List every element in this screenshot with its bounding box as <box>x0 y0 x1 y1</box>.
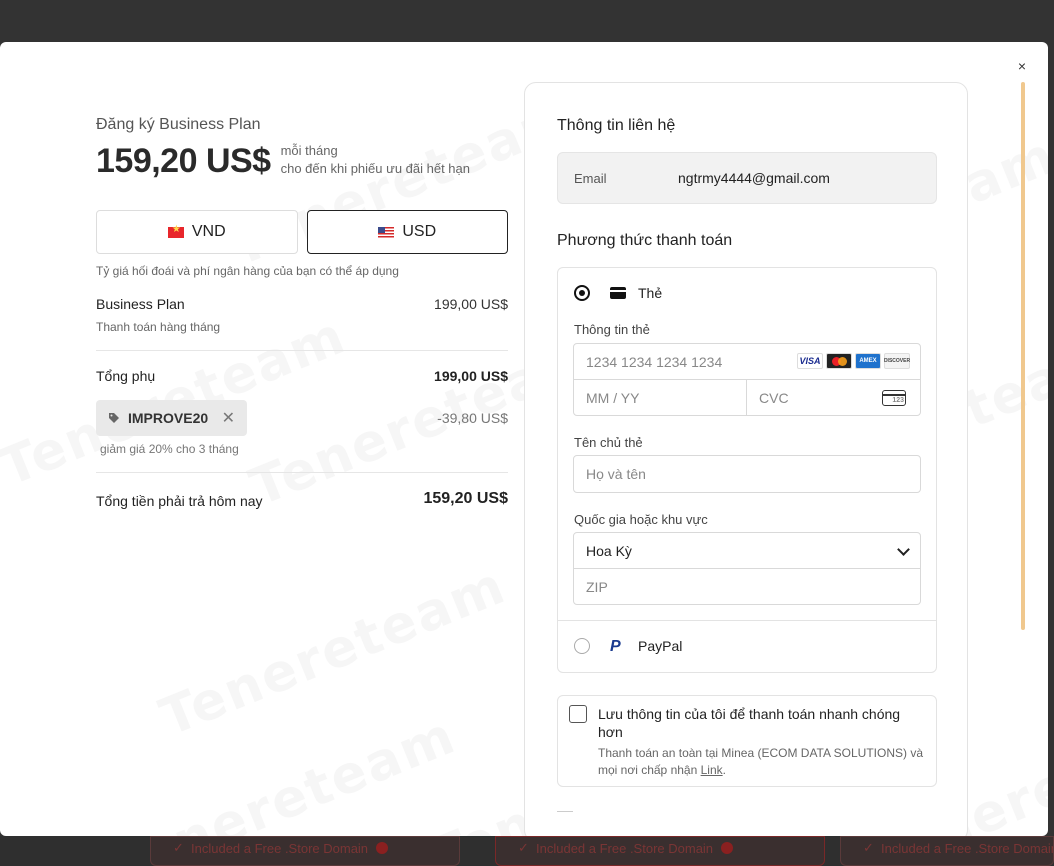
currency-button-usd[interactable]: USD <box>306 210 508 254</box>
plan-title: Đăng ký Business Plan <box>96 116 261 133</box>
promo-row: IMPROVE20 ✕ -39,80 US$ <box>96 400 508 436</box>
us-flag-icon <box>378 226 395 238</box>
total-label: Tổng tiền phải trả hôm nay <box>96 493 263 509</box>
paypal-label: PayPal <box>638 638 683 654</box>
credit-card-icon <box>610 287 626 299</box>
total-row: Tổng tiền phải trả hôm nay 159,20 US$ <box>96 490 508 509</box>
expiry-placeholder: MM / YY <box>586 389 640 406</box>
payment-methods: Thẻ Thông tin thẻ 1234 1234 1234 1234 VI… <box>557 267 937 673</box>
link-text[interactable]: Link <box>701 763 723 777</box>
info-icon <box>376 842 389 854</box>
card-option-label: Thẻ <box>638 285 663 301</box>
zip-input[interactable]: ZIP <box>573 568 921 605</box>
price-condition: cho đến khi phiếu ưu đãi hết hạn <box>280 161 470 176</box>
checkout-modal: Tenereteam Tenereteam Tenereteam Teneret… <box>0 42 1048 836</box>
save-info-box: Lưu thông tin của tôi để thanh toán nhan… <box>557 695 937 787</box>
check-icon: ✓ <box>518 840 529 855</box>
promo-code: IMPROVE20 <box>128 410 209 426</box>
save-info-suffix: . <box>722 763 726 777</box>
next-section-edge <box>557 811 573 817</box>
country-select[interactable]: Hoa Kỳ <box>573 532 921 569</box>
cvc-input[interactable]: CVC 123 <box>746 379 921 416</box>
background-plan-card: ✓ Included a Free .Store Domain <box>840 836 1054 866</box>
currency-selector: VND USD <box>96 210 508 254</box>
watermark: Tenereteam <box>102 706 464 836</box>
divider <box>558 620 936 621</box>
check-icon: ✓ <box>863 840 874 855</box>
save-info-title: Lưu thông tin của tôi để thanh toán nhan… <box>598 706 901 740</box>
price-period: mỗi tháng <box>280 143 338 158</box>
info-icon <box>721 842 734 854</box>
cardholder-placeholder: Họ và tên <box>586 466 646 482</box>
save-info-description: Thanh toán an toàn tại Minea (ECOM DATA … <box>598 745 928 779</box>
subtotal-row: Tổng phụ 199,00 US$ <box>96 368 508 384</box>
line-item-billing: Thanh toán hàng tháng <box>96 320 221 334</box>
mastercard-icon <box>826 353 852 369</box>
scrollbar-thumb[interactable] <box>1021 82 1025 630</box>
currency-label: USD <box>402 223 437 240</box>
currency-button-vnd[interactable]: VND <box>96 210 298 254</box>
divider <box>96 350 508 351</box>
currency-label: VND <box>191 223 226 240</box>
country-value: Hoa Kỳ <box>586 542 632 559</box>
card-brands: VISA AMEX DISCOVER <box>797 353 910 369</box>
check-icon: ✓ <box>173 840 184 855</box>
cardholder-input[interactable]: Họ và tên <box>573 455 921 493</box>
promo-discount-value: -39,80 US$ <box>437 410 508 426</box>
exchange-rate-note: Tỷ giá hối đoái và phí ngân hàng của bạn… <box>96 264 399 278</box>
remove-promo-icon[interactable]: ✕ <box>222 408 235 428</box>
payment-method-title: Phương thức thanh toán <box>557 232 733 249</box>
visa-icon: VISA <box>797 353 823 369</box>
order-summary: Đăng ký Business Plan 159,20 US$ mỗi thá… <box>96 116 508 509</box>
card-number-placeholder: 1234 1234 1234 1234 <box>586 353 723 370</box>
watermark: Tenereteam <box>152 556 514 749</box>
line-item-price: 199,00 US$ <box>434 296 508 312</box>
save-info-text: Thanh toán an toàn tại Minea (ECOM DATA … <box>598 746 924 777</box>
email-field[interactable]: Email ngtrmy4444@gmail.com <box>557 152 937 204</box>
price-row: 159,20 US$ mỗi tháng cho đến khi phiếu ư… <box>96 142 508 180</box>
paypal-radio[interactable] <box>574 638 590 654</box>
background-card-label: Included a Free .Store Domain <box>881 841 1054 856</box>
line-item: Business Plan Thanh toán hàng tháng 199,… <box>96 296 508 334</box>
total-value: 159,20 US$ <box>423 490 508 507</box>
subtotal-value: 199,00 US$ <box>434 368 508 384</box>
line-item-name: Business Plan <box>96 296 185 312</box>
price-note: mỗi tháng cho đến khi phiếu ưu đãi hết h… <box>281 142 470 178</box>
background-card-label: Included a Free .Store Domain <box>536 841 714 856</box>
chevron-down-icon <box>897 543 910 556</box>
background-plan-card: ✓ Included a Free .Store Domain <box>495 836 825 866</box>
promo-code-chip: IMPROVE20 ✕ <box>96 400 247 436</box>
background-card-label: Included a Free .Store Domain <box>191 841 369 856</box>
country-label: Quốc gia hoặc khu vực <box>574 512 708 527</box>
close-icon[interactable]: × <box>1014 58 1030 74</box>
amex-icon: AMEX <box>855 353 881 369</box>
cvc-placeholder: CVC <box>759 389 789 406</box>
subtotal-label: Tổng phụ <box>96 368 156 384</box>
cardholder-label: Tên chủ thẻ <box>574 435 643 450</box>
price-amount: 159,20 US$ <box>96 142 271 180</box>
discover-icon: DISCOVER <box>884 353 910 369</box>
email-label: Email <box>574 170 607 186</box>
promo-description: giảm giá 20% cho 3 tháng <box>100 442 239 456</box>
card-number-input[interactable]: 1234 1234 1234 1234 VISA AMEX DISCOVER <box>573 343 921 380</box>
tag-icon <box>109 413 119 423</box>
paypal-icon: P <box>610 638 621 655</box>
checkout-form: Thông tin liên hệ Email ngtrmy4444@gmail… <box>524 82 968 836</box>
card-radio[interactable] <box>574 285 590 301</box>
contact-title: Thông tin liên hệ <box>557 117 676 134</box>
divider <box>96 472 508 473</box>
save-info-checkbox[interactable] <box>569 705 587 723</box>
email-value: ngtrmy4444@gmail.com <box>678 170 830 186</box>
expiry-input[interactable]: MM / YY <box>573 379 748 416</box>
zip-placeholder: ZIP <box>586 578 608 595</box>
background-plan-card: ✓ Included a Free .Store Domain <box>150 836 460 866</box>
cvc-card-icon: 123 <box>882 390 906 406</box>
vietnam-flag-icon <box>167 224 184 238</box>
card-info-label: Thông tin thẻ <box>574 322 650 337</box>
